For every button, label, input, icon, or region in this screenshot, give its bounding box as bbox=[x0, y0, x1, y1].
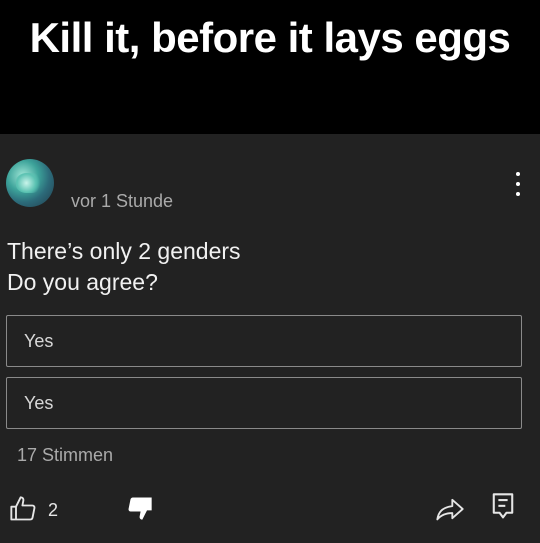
poll-option-label: Yes bbox=[24, 393, 54, 413]
thumbs-down-icon[interactable] bbox=[126, 494, 154, 522]
vote-count: 17 Stimmen bbox=[17, 445, 114, 465]
thumbs-up-icon[interactable] bbox=[9, 495, 37, 523]
post-text: There’s only 2 genders Do you agree? bbox=[7, 236, 241, 298]
comment-icon[interactable] bbox=[490, 492, 516, 522]
like-count: 2 bbox=[48, 500, 59, 520]
poll-option-1[interactable]: Yes bbox=[6, 315, 522, 367]
post-timestamp: vor 1 Stunde bbox=[71, 191, 174, 211]
community-post: vor 1 Stunde There’s only 2 genders Do y… bbox=[0, 134, 540, 543]
avatar[interactable] bbox=[6, 159, 54, 207]
meme-banner: Kill it, before it lays eggs bbox=[0, 0, 540, 134]
poll-option-label: Yes bbox=[24, 331, 54, 351]
post-text-line-2: Do you agree? bbox=[7, 269, 158, 295]
poll-option-2[interactable]: Yes bbox=[6, 377, 522, 429]
post-text-line-1: There’s only 2 genders bbox=[7, 238, 241, 264]
share-icon[interactable] bbox=[435, 495, 465, 523]
banner-title: Kill it, before it lays eggs bbox=[29, 14, 511, 61]
more-vert-icon[interactable] bbox=[508, 172, 528, 196]
